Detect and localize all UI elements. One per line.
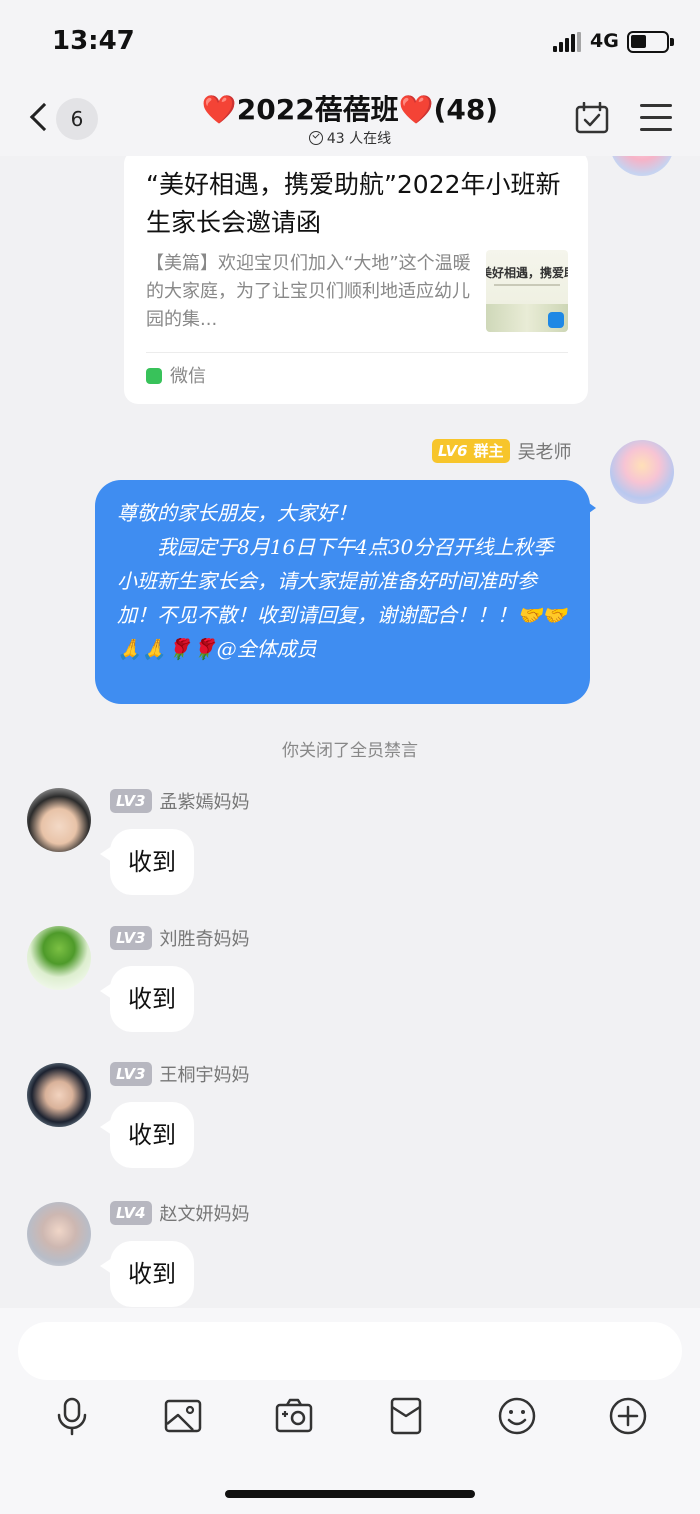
avatar[interactable] <box>27 1063 91 1127</box>
chevron-left-icon <box>29 102 59 132</box>
message-bubble-teacher[interactable]: 尊敬的家长朋友，大家好！ 我园定于8月16日下午4点30分召开线上秋季小班新生家… <box>95 480 590 704</box>
card-description: 【美篇】欢迎宝贝们加入“大地”这个温暖的大家庭，为了让宝贝们顺利地适应幼儿园的集… <box>146 253 471 330</box>
emoji-icon[interactable] <box>497 1396 537 1436</box>
message-line: 尊敬的家长朋友，大家好！ <box>117 501 357 525</box>
photo-icon[interactable] <box>163 1396 203 1436</box>
input-panel <box>0 1308 700 1514</box>
group-title: ❤️2022蓓蓓班❤️(48) <box>201 93 499 126</box>
camera-icon[interactable] <box>274 1396 314 1436</box>
message-list[interactable]: “美好相遇，携爱助航”2022年小班新生家长会邀请函 【美篇】欢迎宝贝们加入“大… <box>0 156 700 1308</box>
home-indicator <box>225 1490 475 1498</box>
back-button[interactable]: 6 <box>28 98 98 142</box>
battery-icon <box>627 31 674 53</box>
message-bubble[interactable]: 收到 <box>110 829 194 895</box>
avatar[interactable] <box>610 156 674 176</box>
level-badge: LV4 <box>110 1201 152 1225</box>
role-label: 群主 <box>473 442 504 460</box>
card-source: 微信 <box>170 366 206 387</box>
card-title: “美好相遇，携爱助航”2022年小班新生家长会邀请函 <box>146 170 561 237</box>
thumbnail-title: 美好相遇，携爱助航 <box>486 266 568 280</box>
level-badge: LV3 <box>110 1062 152 1086</box>
sender-info: LV3 王桐宇妈妈 <box>110 1061 250 1087</box>
shared-link-card[interactable]: “美好相遇，携爱助航”2022年小班新生家长会邀请函 【美篇】欢迎宝贝们加入“大… <box>124 156 588 404</box>
menu-icon[interactable] <box>640 104 672 132</box>
avatar[interactable] <box>27 788 91 852</box>
sender-name: 赵文妍妈妈 <box>159 1204 250 1225</box>
online-count: 43 人在线 <box>326 131 392 147</box>
network-type: 4G <box>590 30 619 52</box>
sender-name: 吴老师 <box>517 442 572 463</box>
sender-name: 孟紫嫣妈妈 <box>159 792 250 813</box>
wechat-icon <box>146 368 162 384</box>
red-packet-icon[interactable] <box>386 1396 426 1436</box>
chat-header: 6 ❤️2022蓓蓓班❤️(48) 43 人在线 <box>0 84 700 156</box>
level-badge: LV3 <box>110 789 152 813</box>
sender-name: 刘胜奇妈妈 <box>159 929 250 950</box>
status-bar: 13:47 4G <box>0 0 700 84</box>
sender-name: 王桐宇妈妈 <box>159 1065 250 1086</box>
system-notice: 你关闭了全员禁言 <box>282 741 418 761</box>
calendar-check-icon[interactable] <box>575 101 609 134</box>
message-bubble[interactable]: 收到 <box>110 1102 194 1168</box>
unread-count-badge: 6 <box>56 98 98 140</box>
avatar[interactable] <box>27 926 91 990</box>
sender-info: LV4 赵文妍妈妈 <box>110 1200 250 1226</box>
plus-icon[interactable] <box>608 1396 648 1436</box>
card-thumbnail: 美好相遇，携爱助航 <box>486 250 568 332</box>
sender-info: LV6 群主 吴老师 <box>432 438 572 464</box>
divider <box>146 352 568 353</box>
level-badge: LV3 <box>110 926 152 950</box>
sender-info: LV3 孟紫嫣妈妈 <box>110 788 250 814</box>
signal-icon <box>553 32 581 52</box>
microphone-icon[interactable] <box>52 1396 92 1436</box>
message-input[interactable] <box>18 1322 682 1380</box>
teacher-avatar[interactable] <box>610 440 674 504</box>
bubble-tail <box>582 498 596 518</box>
level-badge: LV6 群主 <box>432 439 510 463</box>
online-status: 43 人在线 <box>150 128 550 148</box>
message-body: 我园定于8月16日下午4点30分召开线上秋季小班新生家长会，请大家提前准备好时间… <box>117 535 567 661</box>
message-bubble[interactable]: 收到 <box>110 1241 194 1307</box>
clock: 13:47 <box>52 26 135 56</box>
avatar[interactable] <box>27 1202 91 1266</box>
message-bubble[interactable]: 收到 <box>110 966 194 1032</box>
sender-info: LV3 刘胜奇妈妈 <box>110 925 250 951</box>
chat-title-area[interactable]: ❤️2022蓓蓓班❤️(48) 43 人在线 <box>150 88 550 148</box>
app-badge-icon <box>548 312 564 328</box>
check-circle-icon <box>308 131 323 145</box>
